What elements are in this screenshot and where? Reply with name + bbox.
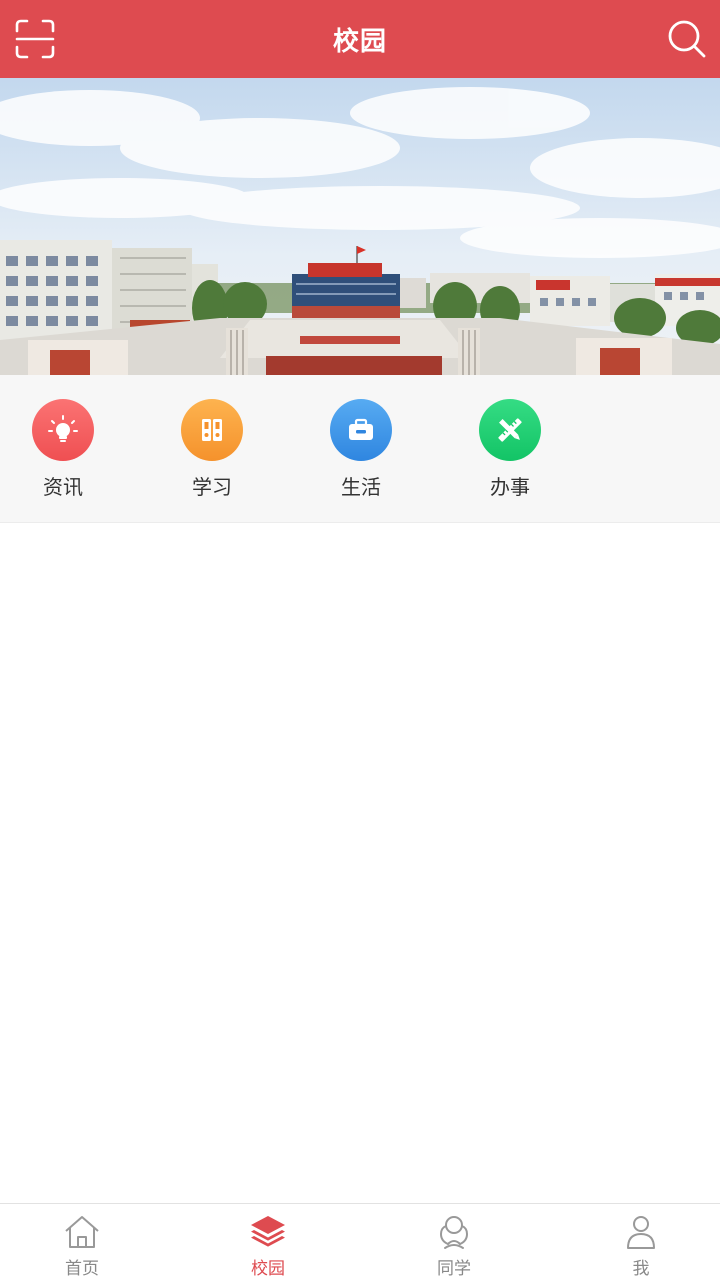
tab-home[interactable]: 首页 bbox=[32, 1214, 132, 1279]
scan-icon bbox=[15, 19, 55, 59]
shortcut-news[interactable]: 资讯 bbox=[13, 399, 113, 509]
tab-me[interactable]: 我 bbox=[591, 1214, 691, 1279]
bottom-tab-bar: 首页 校园 同学 我 bbox=[0, 1203, 720, 1280]
campus-banner[interactable] bbox=[0, 78, 720, 375]
category-shortcuts: 资讯 学习 生活 办事 bbox=[0, 375, 720, 523]
lightbulb-icon bbox=[32, 399, 94, 461]
shortcut-label: 资讯 bbox=[43, 475, 83, 499]
pencil-ruler-icon bbox=[479, 399, 541, 461]
layers-icon bbox=[251, 1216, 285, 1247]
person-icon bbox=[627, 1216, 655, 1249]
tab-label: 校园 bbox=[251, 1259, 285, 1279]
tab-label: 同学 bbox=[437, 1259, 471, 1279]
home-icon bbox=[65, 1216, 99, 1248]
campus-photo bbox=[0, 78, 720, 375]
tab-label: 首页 bbox=[65, 1259, 99, 1279]
scan-button[interactable] bbox=[14, 18, 56, 60]
tab-classmates[interactable]: 同学 bbox=[404, 1214, 504, 1279]
shortcut-life[interactable]: 生活 bbox=[311, 399, 411, 509]
shortcut-affairs[interactable]: 办事 bbox=[460, 399, 560, 509]
search-icon bbox=[668, 20, 706, 58]
shortcut-label: 生活 bbox=[341, 475, 381, 499]
search-button[interactable] bbox=[666, 18, 708, 60]
binders-icon bbox=[181, 399, 243, 461]
classmates-icon bbox=[439, 1216, 469, 1249]
top-app-bar: 校园 bbox=[0, 0, 720, 78]
briefcase-icon bbox=[330, 399, 392, 461]
shortcut-label: 学习 bbox=[192, 475, 232, 499]
shortcut-label: 办事 bbox=[490, 475, 530, 499]
tab-label: 我 bbox=[632, 1259, 650, 1279]
page-title: 校园 bbox=[332, 26, 387, 57]
shortcut-study[interactable]: 学习 bbox=[162, 399, 262, 509]
tab-campus[interactable]: 校园 bbox=[218, 1214, 318, 1279]
